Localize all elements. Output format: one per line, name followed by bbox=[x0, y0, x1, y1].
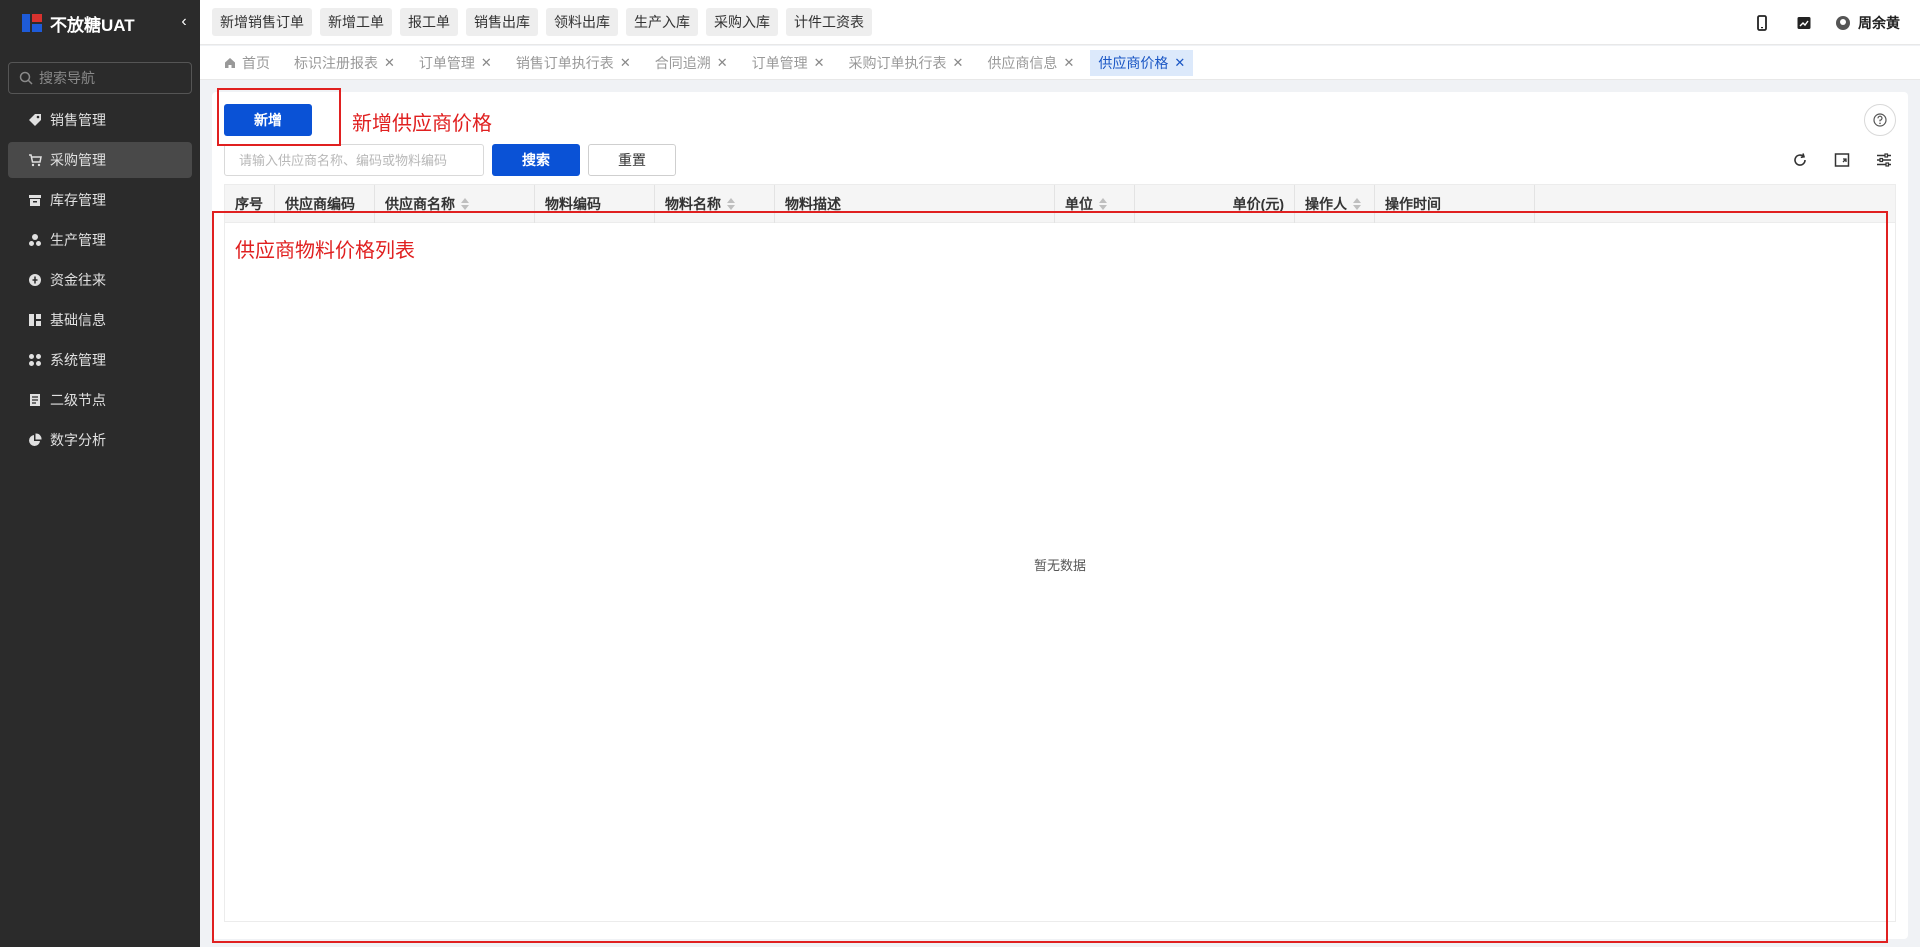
close-icon[interactable]: ✕ bbox=[953, 55, 964, 71]
annotation-box-add bbox=[217, 88, 341, 146]
sidebar-item-analytics[interactable]: 数字分析 bbox=[8, 422, 192, 458]
avatar bbox=[1836, 15, 1850, 30]
tab-label: 合同追溯 bbox=[654, 54, 711, 71]
search-icon bbox=[19, 71, 33, 85]
sidebar: 不放糖UAT ‹ 销售管理 采购管理 库存管理 生产管理 资金往来 基础信息 bbox=[0, 0, 200, 947]
reset-button[interactable]: 重置 bbox=[588, 144, 676, 176]
close-icon[interactable]: ✕ bbox=[717, 55, 728, 71]
tab-label: 标识注册报表 bbox=[294, 54, 378, 71]
help-button[interactable] bbox=[1864, 104, 1896, 136]
tab-label: 订单管理 bbox=[418, 54, 475, 71]
user-name: 周余黄 bbox=[1858, 14, 1900, 31]
logo bbox=[20, 11, 44, 35]
tab-order-management[interactable]: 订单管理 ✕ bbox=[411, 50, 500, 76]
tab-label: 采购订单执行表 bbox=[848, 54, 947, 71]
close-icon[interactable]: ✕ bbox=[814, 55, 825, 71]
sidebar-item-system[interactable]: 系统管理 bbox=[8, 342, 192, 378]
tab-sales-order-execution[interactable]: 销售订单执行表 ✕ bbox=[508, 50, 639, 76]
tab-bar: 首页 标识注册报表 ✕ 订单管理 ✕ 销售订单执行表 ✕ 合同追溯 ✕ 订单管理 ✕ 采购… bbox=[200, 46, 1920, 80]
tab-order-management-2[interactable]: 订单管理 ✕ bbox=[744, 50, 833, 76]
sidebar-item-secondary-node[interactable]: 二级节点 bbox=[8, 382, 192, 418]
search-button[interactable]: 搜索 bbox=[492, 144, 580, 176]
warehouse-icon bbox=[29, 195, 41, 206]
sort-icon[interactable] bbox=[727, 198, 735, 210]
quick-action-work-report[interactable]: 报工单 bbox=[400, 8, 458, 36]
quick-action-new-sales-order[interactable]: 新增销售订单 bbox=[212, 8, 312, 36]
refresh-icon[interactable] bbox=[1792, 152, 1808, 168]
close-icon[interactable]: ✕ bbox=[1063, 55, 1074, 71]
sidebar-item-label: 二级节点 bbox=[50, 392, 106, 408]
density-icon[interactable] bbox=[1834, 152, 1850, 168]
tab-purchase-order-execution[interactable]: 采购订单执行表 ✕ bbox=[841, 50, 972, 76]
close-icon[interactable]: ✕ bbox=[620, 55, 631, 71]
chevron-left-icon[interactable]: ‹ bbox=[176, 14, 192, 30]
home-icon bbox=[225, 57, 235, 68]
quick-action-sales-outbound[interactable]: 销售出库 bbox=[466, 8, 538, 36]
tab-label: 供应商价格 bbox=[1098, 54, 1169, 71]
sort-icon[interactable] bbox=[1099, 198, 1107, 210]
search-input[interactable] bbox=[224, 144, 484, 176]
sidebar-item-purchase[interactable]: 采购管理 bbox=[8, 142, 192, 178]
pie-chart-icon bbox=[29, 433, 42, 446]
topbar-right: 周余黄 bbox=[1728, 0, 1900, 45]
grid-icon bbox=[29, 314, 41, 326]
quick-action-production-inbound[interactable]: 生产入库 bbox=[626, 8, 698, 36]
sort-icon[interactable] bbox=[461, 198, 469, 210]
tab-home[interactable]: 首页 bbox=[216, 50, 278, 76]
tag-icon bbox=[29, 114, 41, 126]
tab-label: 销售订单执行表 bbox=[515, 54, 614, 71]
app-title: 不放糖UAT bbox=[50, 15, 135, 35]
mobile-icon[interactable] bbox=[1754, 14, 1770, 31]
money-icon bbox=[29, 274, 41, 286]
tab-label: 供应商信息 bbox=[987, 54, 1058, 71]
sidebar-item-basic-info[interactable]: 基础信息 bbox=[8, 302, 192, 338]
sidebar-item-production[interactable]: 生产管理 bbox=[8, 222, 192, 258]
sidebar-menu: 销售管理 采购管理 库存管理 生产管理 资金往来 基础信息 系统管理 二级节点 bbox=[0, 102, 200, 458]
sidebar-item-label: 生产管理 bbox=[50, 232, 106, 248]
sidebar-item-label: 基础信息 bbox=[50, 312, 106, 328]
tab-contract-trace[interactable]: 合同追溯 ✕ bbox=[647, 50, 736, 76]
sidebar-item-label: 库存管理 bbox=[50, 192, 106, 208]
production-icon bbox=[29, 234, 41, 246]
close-icon[interactable]: ✕ bbox=[1174, 55, 1185, 71]
sidebar-item-label: 销售管理 bbox=[50, 112, 106, 128]
quick-action-material-outbound[interactable]: 领料出库 bbox=[546, 8, 618, 36]
tab-tag-registration-report[interactable]: 标识注册报表 ✕ bbox=[286, 50, 403, 76]
nav-search[interactable] bbox=[8, 62, 192, 94]
sidebar-item-label: 数字分析 bbox=[50, 432, 106, 448]
dashboard-icon[interactable] bbox=[1796, 15, 1812, 31]
topbar: 新增销售订单 新增工单 报工单 销售出库 领料出库 生产入库 采购入库 计件工资… bbox=[200, 0, 1920, 45]
sidebar-item-sales[interactable]: 销售管理 bbox=[8, 102, 192, 138]
sidebar-item-label: 采购管理 bbox=[50, 152, 106, 168]
annotation-label-list: 供应商物料价格列表 bbox=[235, 240, 415, 262]
cart-icon bbox=[29, 154, 42, 167]
document-icon bbox=[30, 394, 40, 406]
quick-action-purchase-inbound[interactable]: 采购入库 bbox=[706, 8, 778, 36]
sidebar-item-finance[interactable]: 资金往来 bbox=[8, 262, 192, 298]
close-icon[interactable]: ✕ bbox=[384, 55, 395, 71]
annotation-label-add: 新增供应商价格 bbox=[352, 113, 492, 135]
tab-supplier-info[interactable]: 供应商信息 ✕ bbox=[979, 50, 1082, 76]
close-icon[interactable]: ✕ bbox=[481, 55, 492, 71]
sidebar-item-inventory[interactable]: 库存管理 bbox=[8, 182, 192, 218]
brand: 不放糖UAT ‹ bbox=[0, 0, 200, 46]
apps-icon bbox=[29, 354, 41, 366]
column-settings-icon[interactable] bbox=[1876, 152, 1892, 168]
user-menu[interactable]: 周余黄 bbox=[1836, 13, 1900, 33]
nav-search-input[interactable] bbox=[39, 70, 189, 86]
quick-action-new-work-order[interactable]: 新增工单 bbox=[320, 8, 392, 36]
sidebar-item-label: 资金往来 bbox=[50, 272, 106, 288]
tab-label: 首页 bbox=[242, 54, 270, 71]
tab-label: 订单管理 bbox=[751, 54, 808, 71]
tab-supplier-price[interactable]: 供应商价格 ✕ bbox=[1090, 49, 1194, 76]
sort-icon[interactable] bbox=[1353, 198, 1361, 210]
question-circle-icon bbox=[1873, 113, 1887, 127]
annotation-box-list bbox=[212, 211, 1888, 943]
sidebar-item-label: 系统管理 bbox=[50, 352, 106, 368]
quick-action-piecework-wage[interactable]: 计件工资表 bbox=[786, 8, 872, 36]
